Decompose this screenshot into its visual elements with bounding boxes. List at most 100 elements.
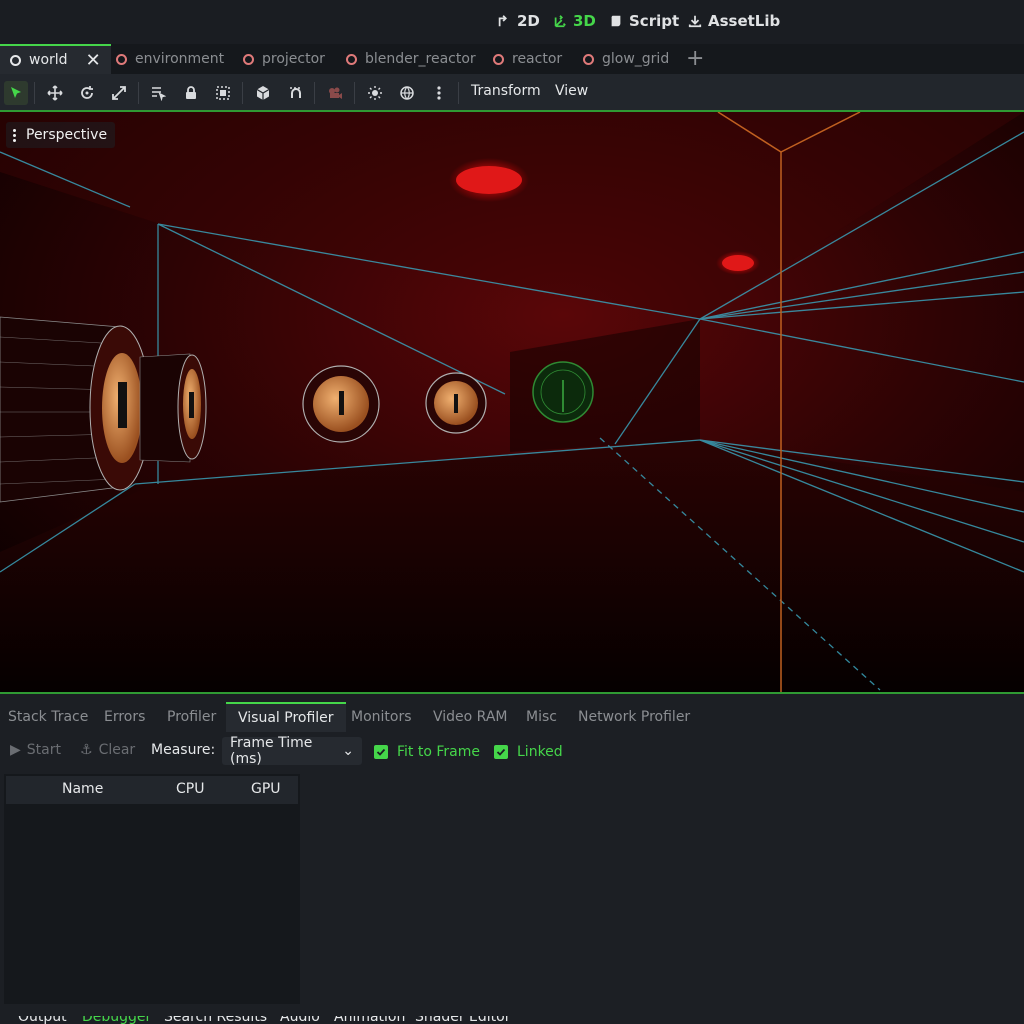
workspace-assetlib-button[interactable]: AssetLib — [688, 12, 780, 30]
assetlib-icon — [688, 15, 702, 28]
toolbar-separator — [34, 82, 35, 104]
status-tab-animation[interactable]: Animation — [334, 1016, 405, 1024]
camera-icon — [329, 87, 342, 99]
rotate-icon — [81, 86, 93, 99]
2d-icon — [498, 15, 507, 27]
toolbar-separator — [314, 82, 315, 104]
tab-video-ram[interactable]: Video RAM — [433, 702, 508, 732]
measure-value: Frame Time (ms) — [230, 735, 313, 767]
move-mode-button[interactable] — [43, 81, 67, 105]
start-label: Start — [26, 742, 61, 758]
scene-status-icon — [116, 53, 127, 65]
status-tab-debugger[interactable]: Debugger — [82, 1016, 151, 1024]
lock-button[interactable] — [179, 81, 203, 105]
view-menu[interactable]: View — [555, 83, 588, 99]
workspace-script-label: Script — [629, 12, 680, 30]
environment-preview-button[interactable] — [395, 81, 419, 105]
scene-status-icon — [493, 53, 504, 65]
measure-select[interactable]: Frame Time (ms) ⌄ — [222, 735, 362, 767]
scale-mode-button[interactable] — [107, 81, 131, 105]
list-select-button[interactable] — [146, 81, 170, 105]
select-mode-button[interactable] — [4, 81, 28, 105]
perspective-label: Perspective — [26, 127, 108, 143]
measure-label-wrap: Measure: — [151, 742, 215, 758]
script-icon — [611, 15, 621, 27]
cursor-icon — [11, 87, 21, 98]
scene-status-icon — [346, 53, 357, 65]
workspace-2d-label: 2D — [517, 12, 540, 30]
scene-status-icon — [243, 53, 254, 65]
workspace-3d-label: 3D — [573, 12, 596, 30]
status-tab-audio[interactable]: Audio — [280, 1016, 320, 1024]
cube-icon — [256, 86, 270, 100]
kebab-icon — [10, 128, 18, 142]
tab-profiler[interactable]: Profiler — [167, 702, 216, 732]
tab-errors[interactable]: Errors — [104, 702, 145, 732]
debugger-tab-bar: Stack Trace Errors Profiler Visual Profi… — [0, 702, 1024, 732]
checkbox-checked-icon — [494, 745, 508, 759]
column-name[interactable]: Name — [62, 781, 103, 797]
profiler-table[interactable]: Name CPU GPU — [4, 774, 300, 1004]
workspace-2d-button[interactable]: 2D — [497, 12, 540, 30]
status-tab-search-results[interactable]: Search Results — [164, 1016, 267, 1024]
linked-label: Linked — [517, 744, 563, 760]
scene-tab-projector[interactable]: projector — [243, 44, 325, 74]
debugger-panel: Stack Trace Errors Profiler Visual Profi… — [0, 694, 1024, 1024]
play-icon: ▶ — [10, 742, 21, 758]
checkbox-checked-icon — [374, 745, 388, 759]
scale-icon — [112, 86, 126, 100]
close-icon[interactable]: ✕ — [86, 50, 101, 71]
snap-button[interactable] — [284, 81, 308, 105]
measure-label: Measure: — [151, 742, 216, 758]
start-button[interactable]: ▶ Start — [10, 742, 61, 758]
rotate-mode-button[interactable] — [75, 81, 99, 105]
linked-checkbox[interactable]: Linked — [494, 744, 563, 760]
magnet-icon — [290, 87, 301, 98]
tab-stack-trace[interactable]: Stack Trace — [8, 702, 88, 732]
scene-tab-world[interactable]: world ✕ — [0, 44, 111, 74]
scene-tab-reactor[interactable]: reactor — [493, 44, 562, 74]
scene-tab-label: glow_grid — [602, 51, 670, 67]
clear-button[interactable]: ⚓︎ Clear — [80, 742, 135, 758]
workspace-assetlib-label: AssetLib — [708, 12, 781, 30]
toolbar-separator — [242, 82, 243, 104]
scene-tab-glow-grid[interactable]: glow_grid — [583, 44, 669, 74]
camera-preview-button[interactable] — [323, 81, 347, 105]
transform-menu[interactable]: Transform — [471, 83, 541, 99]
scene-render — [0, 112, 1024, 692]
sun-preview-button[interactable] — [363, 81, 387, 105]
plus-icon: + — [686, 46, 705, 71]
status-tab-output[interactable]: Output — [18, 1016, 67, 1024]
profiler-table-header: Name CPU GPU — [6, 776, 298, 804]
local-space-button[interactable] — [251, 81, 275, 105]
tab-monitors[interactable]: Monitors — [351, 702, 412, 732]
3d-icon — [554, 15, 566, 28]
add-scene-tab-button[interactable]: + — [686, 46, 704, 71]
tab-network-profiler[interactable]: Network Profiler — [578, 702, 690, 732]
tab-misc[interactable]: Misc — [526, 702, 557, 732]
fit-to-frame-label: Fit to Frame — [397, 744, 480, 760]
3d-viewport[interactable]: Perspective — [0, 112, 1024, 692]
scene-tab-environment[interactable]: environment — [116, 44, 224, 74]
bottom-panel-tabs: Output Debugger Search Results Audio Ani… — [0, 1016, 1024, 1024]
chevron-down-icon: ⌄ — [342, 743, 354, 759]
group-icon — [216, 86, 230, 100]
workspace-3d-button[interactable]: 3D — [553, 12, 596, 30]
scene-tab-label: projector — [262, 51, 325, 67]
column-gpu[interactable]: GPU — [251, 781, 281, 797]
column-cpu[interactable]: CPU — [176, 781, 204, 797]
perspective-menu-button[interactable]: Perspective — [6, 122, 116, 148]
sun-icon — [368, 86, 382, 100]
group-button[interactable] — [211, 81, 235, 105]
workspace-script-button[interactable]: Script — [609, 12, 679, 30]
scene-tab-label: environment — [135, 51, 225, 67]
toolbar-separator — [138, 82, 139, 104]
scene-tab-blender-reactor[interactable]: blender_reactor — [346, 44, 476, 74]
status-tab-shader-editor[interactable]: Shader Editor — [415, 1016, 510, 1024]
clear-label: Clear — [98, 742, 136, 758]
tab-visual-profiler[interactable]: Visual Profiler — [226, 702, 346, 732]
scene-tab-label: blender_reactor — [365, 51, 476, 67]
fit-to-frame-checkbox[interactable]: Fit to Frame — [374, 744, 480, 760]
kebab-icon — [437, 86, 441, 100]
more-options-button[interactable] — [427, 81, 451, 105]
